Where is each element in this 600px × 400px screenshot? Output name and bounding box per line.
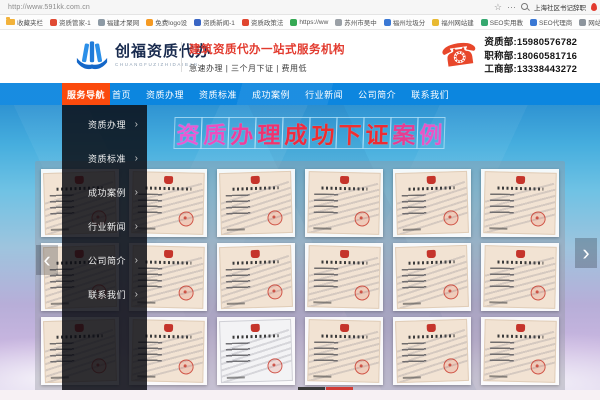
- bookmark-icon: [383, 18, 391, 26]
- certificate-thumbnail[interactable]: [481, 243, 559, 311]
- main-navbar: 服务导航 首页 资质办理 资质标准 成功案例 行业新闻 公司简介 联系我们: [0, 83, 600, 105]
- browser-controls: ☆ ⋯ 上海社区书记辞职: [494, 0, 597, 14]
- bookmark-icon: [97, 18, 105, 26]
- bookmark-item[interactable]: 福州垃圾分: [383, 17, 425, 27]
- certificate-thumbnail[interactable]: [393, 169, 471, 237]
- banner-title: 资 质 办 理 成 功 下 证 案 例: [173, 117, 446, 149]
- more-icon[interactable]: ⋯: [507, 0, 516, 14]
- chevron-right-icon: ›: [134, 186, 138, 198]
- slogan-title: 建筑资质代办一站式服务机构: [189, 44, 345, 56]
- phone-numbers: 资质部:15980576782 职称部:18060581716 工商部:1333…: [484, 36, 577, 77]
- title-char: 证: [362, 117, 392, 149]
- chevron-right-icon: ›: [134, 220, 138, 232]
- bookmark-folder[interactable]: 收藏夹栏: [6, 17, 43, 27]
- slogan-subtitle: 急速办理 | 三个月下证 | 费用低: [189, 64, 308, 73]
- service-nav-button[interactable]: 服务导航: [62, 83, 110, 105]
- bookmark-item[interactable]: SEO代理商: [530, 17, 572, 27]
- phone-line: 资质部:15980576782: [484, 37, 578, 48]
- certificate-thumbnail[interactable]: [217, 243, 295, 311]
- bookmark-item[interactable]: 福建才聚网: [97, 17, 139, 27]
- certificate-thumbnail[interactable]: [393, 243, 471, 311]
- nav-item-cases[interactable]: 成功案例: [252, 88, 290, 101]
- logo-book-icon: [76, 41, 108, 70]
- title-char: 办: [227, 117, 257, 149]
- nav-item-standards[interactable]: 资质标准: [199, 88, 237, 101]
- nav-item-home[interactable]: 首页: [112, 88, 131, 101]
- title-char: 资: [173, 117, 203, 149]
- bookmark-icon: [480, 18, 488, 26]
- bookmark-icon: [432, 18, 440, 26]
- chevron-right-icon: ›: [134, 118, 138, 130]
- bookmark-icon: [290, 18, 298, 26]
- chevron-right-icon: ›: [134, 254, 138, 266]
- bookmark-item[interactable]: 网站快速排: [579, 17, 600, 27]
- nav-item-news[interactable]: 行业新闻: [305, 88, 343, 101]
- hero-banner: 资 质 办 理 成 功 下 证 案 例 ‹ › 资质办理 › 资质标准 › 成功…: [0, 105, 600, 400]
- title-char: 理: [254, 117, 284, 149]
- url-text[interactable]: http://www.591kk.com.cn: [8, 4, 90, 11]
- bookmark-item[interactable]: 苏州市吴中: [335, 17, 377, 27]
- bookmark-item[interactable]: https://ww: [290, 18, 328, 26]
- chevron-right-icon: ›: [134, 152, 138, 164]
- title-char: 案: [389, 117, 419, 149]
- bookmark-item[interactable]: 资质新闻-1: [194, 17, 235, 27]
- bookmark-item[interactable]: 资质政策法: [241, 17, 283, 27]
- certificate-thumbnail[interactable]: [217, 169, 295, 237]
- dropdown-item-qualification[interactable]: 资质办理 ›: [62, 107, 147, 141]
- dropdown-item-news[interactable]: 行业新闻 ›: [62, 209, 147, 243]
- search-icon[interactable]: [521, 3, 530, 11]
- certificate-thumbnail[interactable]: [305, 243, 383, 311]
- phone-line: 职称部:18060581716: [484, 50, 578, 62]
- browser-address-bar: http://www.591kk.com.cn ☆ ⋯ 上海社区书记辞职: [0, 0, 600, 15]
- site-header: 创福资质代办 CHUANGFUZIZHIDAIBAN 建筑资质代办一站式服务机构…: [0, 30, 600, 83]
- certificate-thumbnail[interactable]: [481, 169, 559, 237]
- nav-item-contact[interactable]: 联系我们: [411, 88, 449, 101]
- nav-items: 首页 资质办理 资质标准 成功案例 行业新闻 公司简介 联系我们: [112, 83, 449, 105]
- bookmarks-bar: 收藏夹栏 资质管家-1 福建才聚网 免费logo设 资质新闻-1 资质政策法 h…: [0, 15, 600, 30]
- bookmark-item[interactable]: 福州网站建: [432, 17, 474, 27]
- bookmark-item[interactable]: SEO实用教: [480, 17, 523, 27]
- certificate-thumbnail[interactable]: [305, 317, 383, 385]
- carousel-prev-button[interactable]: ‹: [36, 245, 58, 275]
- star-icon[interactable]: ☆: [494, 0, 502, 14]
- hot-flame-icon[interactable]: [591, 3, 597, 11]
- bookmark-item[interactable]: 免费logo设: [146, 17, 187, 27]
- certificate-thumbnail[interactable]: [393, 317, 471, 385]
- nav-item-qualification[interactable]: 资质办理: [146, 88, 184, 101]
- bookmark-icon: [50, 18, 57, 26]
- dropdown-item-standards[interactable]: 资质标准 ›: [62, 141, 147, 175]
- bookmark-icon: [241, 18, 249, 26]
- carousel-next-button[interactable]: ›: [575, 238, 597, 268]
- dropdown-item-contact[interactable]: 联系我们 ›: [62, 277, 147, 311]
- bookmark-item[interactable]: 资质管家-1: [50, 17, 91, 27]
- page-below-fold: [0, 390, 600, 400]
- title-char: 例: [416, 117, 446, 149]
- service-dropdown-menu: 资质办理 › 资质标准 › 成功案例 › 行业新闻 › 公司简介 › 联系我们 ›: [62, 105, 147, 400]
- browser-window: http://www.591kk.com.cn ☆ ⋯ 上海社区书记辞职 收藏夹…: [0, 0, 600, 400]
- title-char: 质: [200, 117, 230, 149]
- dropdown-item-cases[interactable]: 成功案例 ›: [62, 175, 147, 209]
- certificate-thumbnail[interactable]: [481, 317, 559, 385]
- certificate-thumbnail[interactable]: [217, 317, 295, 385]
- bookmark-icon: [579, 18, 587, 26]
- bookmark-icon: [530, 18, 537, 26]
- title-char: 功: [308, 117, 338, 149]
- bookmark-icon: [194, 18, 202, 26]
- title-char: 成: [281, 117, 311, 149]
- nav-item-about[interactable]: 公司简介: [358, 88, 396, 101]
- title-char: 下: [335, 117, 365, 149]
- dropdown-item-about[interactable]: 公司简介 ›: [62, 243, 147, 277]
- contact-block: ☎ 资质部:15980576782 职称部:18060581716 工商部:13…: [438, 36, 577, 77]
- certificate-thumbnail[interactable]: [305, 169, 383, 237]
- folder-icon: [6, 17, 15, 25]
- bookmark-icon: [146, 18, 154, 26]
- phone-line: 工商部:13338443272: [484, 64, 578, 75]
- header-divider: [181, 42, 182, 72]
- bookmark-icon: [335, 18, 343, 26]
- chevron-right-icon: ›: [134, 288, 138, 300]
- header-slogan: 建筑资质代办一站式服务机构 急速办理 | 三个月下证 | 费用低: [189, 41, 345, 74]
- hot-search-text[interactable]: 上海社区书记辞职: [534, 2, 586, 12]
- phone-icon: ☎: [438, 36, 481, 75]
